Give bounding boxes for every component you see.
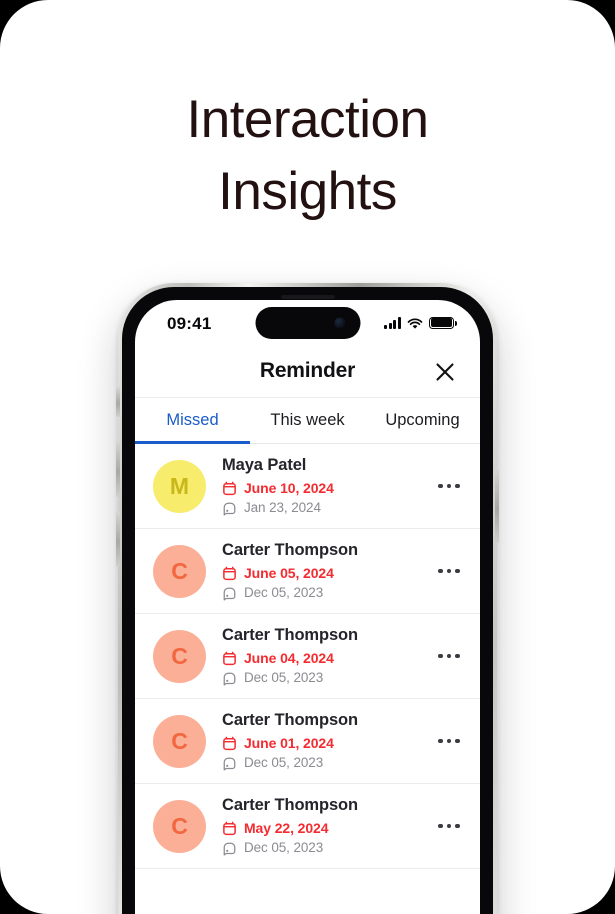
past-date-row: Dec 05, 2023 [222,669,426,687]
avatar: C [153,714,206,768]
avatar-initial: C [171,557,188,584]
more-options-icon[interactable] [426,463,472,509]
due-date: May 22, 2024 [244,820,329,836]
list-item[interactable]: C Carter Thompson June 04, 2024 Dec 05, 202… [135,614,480,699]
list-item[interactable]: C Carter Thompson May 22, 2024 Dec 05, 2023 [135,784,480,869]
page-title-line-2: Insights [218,162,397,221]
status-bar: 09:41 [135,300,480,348]
past-date-row: Dec 05, 2023 [222,754,426,772]
phone-bezel: 09:41 Reminder Missed This week Upcoming… [122,287,493,914]
avatar: C [153,544,206,598]
more-options-icon[interactable] [426,718,472,764]
list-item[interactable]: C Carter Thompson June 05, 2024 Dec 05, 202… [135,529,480,614]
avatar-initial: M [169,472,190,499]
page-title-line-1: Interaction [186,90,429,149]
contact-name: Carter Thompson [222,626,359,644]
past-date: Dec 05, 2023 [244,670,324,685]
app-header: Reminder [135,348,480,398]
bell-icon [222,841,237,856]
tab-this-week[interactable]: This week [250,398,365,443]
avatar: M [153,459,206,513]
front-camera-icon [334,317,345,329]
more-options-icon[interactable] [426,548,472,594]
wifi-icon [407,317,423,329]
calendar-icon [222,821,237,836]
phone-screen: 09:41 Reminder Missed This week Upcoming… [135,300,480,914]
due-date-row: June 01, 2024 [222,734,426,752]
bell-icon [222,586,237,601]
avatar-initial: C [171,727,188,754]
bell-icon [222,671,237,686]
close-icon[interactable] [432,359,458,385]
list-item-body: Carter Thompson June 05, 2024 Dec 05, 2023 [206,540,426,602]
past-date-row: Dec 05, 2023 [222,584,426,602]
reminder-list: M Maya Patel June 10, 2024 Jan 23, 2024 C Car… [135,444,480,869]
page-title: Interaction Insights [0,84,615,228]
contact-name: Carter Thompson [222,711,359,729]
more-options-icon[interactable] [426,633,472,679]
calendar-icon [222,736,237,751]
tab-missed[interactable]: Missed [135,398,250,444]
contact-name: Carter Thompson [222,541,359,559]
past-date: Dec 05, 2023 [244,755,324,770]
past-date: Dec 05, 2023 [244,585,324,600]
avatar: C [153,629,206,683]
due-date: June 04, 2024 [244,650,334,666]
list-item[interactable]: C Carter Thompson June 01, 2024 Dec 05, 202… [135,699,480,784]
avatar-initial: C [171,642,188,669]
past-date-row: Dec 05, 2023 [222,839,426,857]
due-date-row: May 22, 2024 [222,819,426,837]
volume-up-button[interactable] [116,441,120,497]
due-date: June 05, 2024 [244,565,334,581]
list-item-body: Carter Thompson June 04, 2024 Dec 05, 2023 [206,625,426,687]
calendar-icon [222,481,237,496]
past-date: Dec 05, 2023 [244,840,324,855]
bell-icon [222,756,237,771]
list-item-body: Carter Thompson June 01, 2024 Dec 05, 2023 [206,710,426,772]
more-options-icon[interactable] [426,803,472,849]
status-bar-time: 09:41 [167,314,212,333]
avatar-initial: C [171,812,188,839]
due-date: June 10, 2024 [244,480,334,496]
due-date: June 01, 2024 [244,735,334,751]
poster-card: Interaction Insights 09:41 Reminder Miss… [0,0,615,914]
contact-name: Carter Thompson [222,796,359,814]
volume-down-button[interactable] [116,511,120,567]
past-date: Jan 23, 2024 [244,500,321,515]
calendar-icon [222,651,237,666]
tab-upcoming[interactable]: Upcoming [365,398,480,443]
battery-full-icon [429,316,457,329]
app-title: Reminder [259,359,356,382]
list-item-body: Maya Patel June 10, 2024 Jan 23, 2024 [206,455,426,517]
list-item-body: Carter Thompson May 22, 2024 Dec 05, 2023 [206,795,426,857]
due-date-row: June 05, 2024 [222,564,426,582]
power-button[interactable] [495,469,499,543]
phone-mockup: 09:41 Reminder Missed This week Upcoming… [116,283,499,914]
calendar-icon [222,566,237,581]
due-date-row: June 04, 2024 [222,649,426,667]
bell-icon [222,501,237,516]
action-button[interactable] [116,387,120,417]
list-item[interactable]: M Maya Patel June 10, 2024 Jan 23, 2024 [135,444,480,529]
past-date-row: Jan 23, 2024 [222,499,426,517]
due-date-row: June 10, 2024 [222,479,426,497]
dynamic-island [255,307,360,339]
tab-bar: Missed This week Upcoming [135,398,480,444]
signal-bars-icon [384,317,401,329]
earpiece-speaker [280,295,335,299]
avatar: C [153,799,206,853]
contact-name: Maya Patel [222,456,307,474]
status-bar-icons [384,315,457,329]
